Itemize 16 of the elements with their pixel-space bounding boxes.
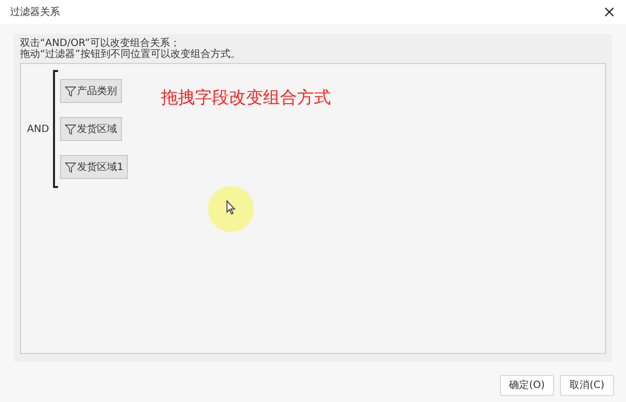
window-title: 过滤器关系 <box>10 6 60 20</box>
cursor-highlight <box>208 186 254 232</box>
close-button[interactable]: × <box>598 4 620 20</box>
annotation-text: 拖拽字段改变组合方式 <box>161 87 331 110</box>
operator-label[interactable]: AND <box>27 122 50 136</box>
instruction-text: 双击“AND/OR”可以改变组合关系； <box>20 38 180 49</box>
filter-button[interactable]: 产品类别 <box>60 79 122 103</box>
filter-icon <box>65 162 76 172</box>
filter-icon <box>65 124 76 134</box>
cursor-icon <box>226 200 236 215</box>
ok-button[interactable]: 确定(O) <box>500 375 554 396</box>
filter-button[interactable]: 发货区域1 <box>60 155 128 179</box>
filter-icon <box>65 86 76 96</box>
cancel-button[interactable]: 取消(C) <box>560 375 614 396</box>
filter-button[interactable]: 发货区域 <box>60 117 122 141</box>
instruction-text: 拖动“过滤器”按钮到不同位置可以改变组合方式。 <box>20 49 242 60</box>
